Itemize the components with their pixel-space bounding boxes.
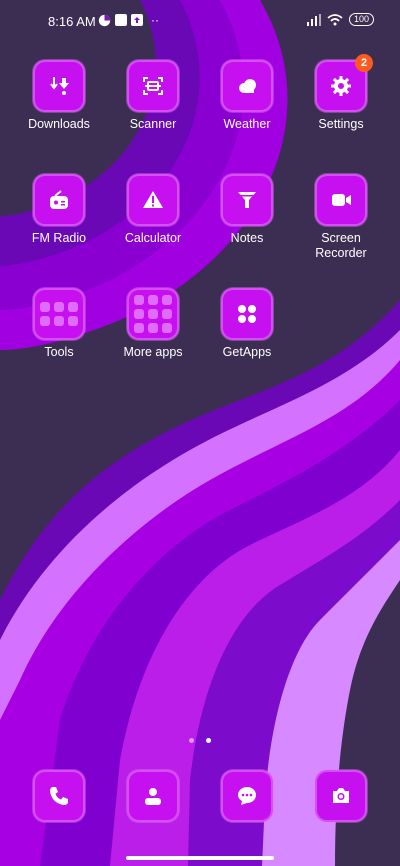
app-label: Settings — [318, 117, 364, 131]
contacts-icon — [145, 788, 161, 805]
status-time: 8:16 AM — [48, 14, 96, 29]
page-indicator — [0, 730, 400, 748]
radio-icon — [50, 190, 68, 209]
gear-icon — [331, 76, 351, 96]
battery-indicator: 100 — [348, 13, 374, 26]
dock-camera[interactable] — [301, 770, 381, 822]
calculator-icon — [143, 191, 163, 208]
app-scanner[interactable]: Scanner — [113, 60, 193, 132]
app-calculator[interactable]: Calculator — [113, 174, 193, 246]
folder-more-apps[interactable]: More apps — [113, 288, 193, 360]
page-dot — [188, 738, 194, 743]
app-label: Calculator — [124, 231, 182, 245]
message-icon — [238, 787, 256, 805]
signal-icon — [306, 13, 321, 26]
wifi-icon — [327, 13, 343, 25]
dock-contacts[interactable] — [113, 770, 193, 822]
app-label: More apps — [123, 345, 183, 359]
notification-pie-icon — [98, 14, 111, 26]
notification-badge: 2 — [355, 54, 373, 72]
app-label: Scanner — [129, 117, 177, 131]
app-screen-recorder[interactable]: Screen Recorder — [301, 174, 381, 261]
app-settings[interactable]: 2 Settings — [301, 54, 381, 132]
phone-icon — [50, 787, 68, 805]
app-label: GetApps — [222, 345, 272, 359]
app-label: FM Radio — [31, 231, 87, 245]
notification-icons: ·· — [98, 13, 159, 27]
app-label: Notes — [230, 231, 264, 245]
page-dot-active — [206, 738, 212, 743]
download-icon — [50, 77, 69, 95]
app-label: Tools — [44, 345, 74, 359]
folder-tools[interactable]: Tools — [19, 288, 99, 360]
app-fm-radio[interactable]: FM Radio — [19, 174, 99, 246]
cloud-icon — [239, 79, 256, 93]
dock-messages[interactable] — [207, 770, 287, 822]
funnel-icon — [238, 192, 256, 208]
app-label: Downloads — [28, 117, 90, 131]
notification-square-icon — [115, 14, 127, 26]
app-label: Screen Recorder — [315, 231, 367, 260]
status-right: 100 — [306, 13, 374, 26]
app-getapps[interactable]: GetApps — [207, 288, 287, 360]
home-indicator[interactable] — [126, 856, 274, 860]
folder-icon — [40, 302, 78, 326]
scanner-icon — [143, 77, 163, 95]
app-label: Weather — [223, 117, 271, 131]
four-dots-icon — [238, 305, 256, 323]
app-weather[interactable]: Weather — [207, 60, 287, 132]
status-bar: 8:16 AM ·· 100 — [0, 0, 400, 44]
notification-upload-icon — [131, 14, 143, 26]
app-downloads[interactable]: Downloads — [19, 60, 99, 132]
app-notes[interactable]: Notes — [207, 174, 287, 246]
video-camera-icon — [332, 194, 351, 206]
folder-icon — [134, 295, 172, 333]
dock-phone[interactable] — [19, 770, 99, 822]
more-notifications-icon: ·· — [151, 13, 159, 27]
camera-icon — [333, 788, 349, 803]
